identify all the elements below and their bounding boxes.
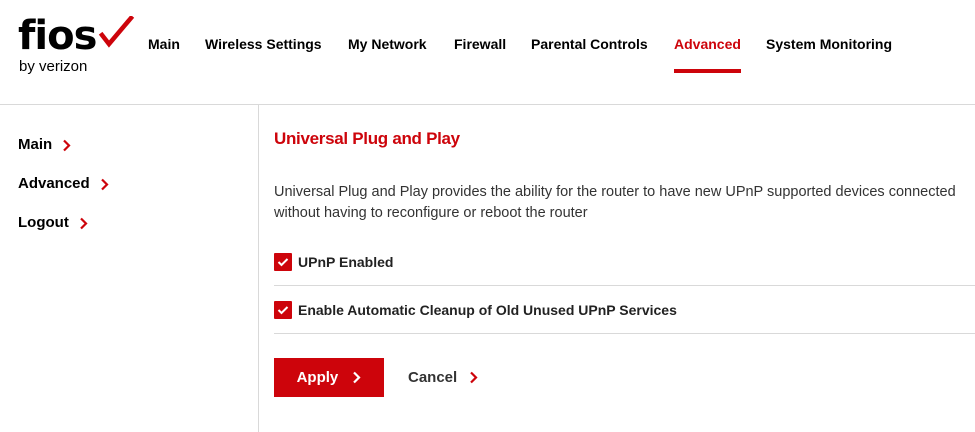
- upnp-enabled-row: UPnP Enabled: [274, 239, 975, 286]
- logo-subtitle: by verizon: [19, 58, 88, 75]
- checkmark-icon: [277, 258, 289, 267]
- sidebar-item-logout[interactable]: Logout: [18, 213, 88, 233]
- sidebar-item-main[interactable]: Main: [18, 135, 71, 155]
- sidebar-item-label: Logout: [18, 214, 69, 231]
- main-content: Universal Plug and Play Universal Plug a…: [274, 105, 975, 432]
- fios-logo[interactable]: fios by verizon: [18, 13, 135, 79]
- nav-firewall[interactable]: Firewall: [442, 34, 518, 74]
- cancel-button[interactable]: Cancel: [408, 368, 478, 388]
- auto-cleanup-label: Enable Automatic Cleanup of Old Unused U…: [298, 302, 677, 318]
- chevron-right-icon: [80, 217, 88, 229]
- nav-main[interactable]: Main: [136, 34, 192, 74]
- sidebar: Main Advanced Logout: [0, 105, 259, 432]
- chevron-right-icon: [470, 371, 478, 383]
- sidebar-item-advanced[interactable]: Advanced: [18, 174, 109, 194]
- nav-my-network[interactable]: My Network: [336, 34, 439, 74]
- logo-brand: fios: [18, 13, 97, 59]
- sidebar-item-label: Advanced: [18, 175, 90, 192]
- nav-wireless-settings[interactable]: Wireless Settings: [193, 34, 334, 74]
- chevron-right-icon: [101, 178, 109, 190]
- page-title: Universal Plug and Play: [274, 129, 460, 148]
- nav-parental-controls[interactable]: Parental Controls: [519, 34, 660, 74]
- sidebar-item-label: Main: [18, 136, 53, 153]
- checkmark-icon: [98, 16, 135, 48]
- chevron-right-icon: [63, 139, 71, 151]
- upnp-enabled-checkbox[interactable]: [274, 253, 292, 271]
- page-description: Universal Plug and Play provides the abi…: [274, 184, 956, 221]
- nav-advanced[interactable]: Advanced: [662, 34, 753, 74]
- auto-cleanup-checkbox[interactable]: [274, 301, 292, 319]
- cancel-button-label: Cancel: [408, 369, 458, 386]
- chevron-right-icon: [353, 371, 361, 383]
- top-header: fios by verizon Main Wireless Settings M…: [0, 0, 975, 105]
- apply-button-label: Apply: [296, 369, 339, 386]
- checkmark-icon: [277, 306, 289, 315]
- apply-button[interactable]: Apply: [274, 358, 384, 397]
- nav-system-monitoring[interactable]: System Monitoring: [754, 34, 904, 74]
- auto-cleanup-row: Enable Automatic Cleanup of Old Unused U…: [274, 287, 975, 334]
- upnp-enabled-label: UPnP Enabled: [298, 254, 394, 270]
